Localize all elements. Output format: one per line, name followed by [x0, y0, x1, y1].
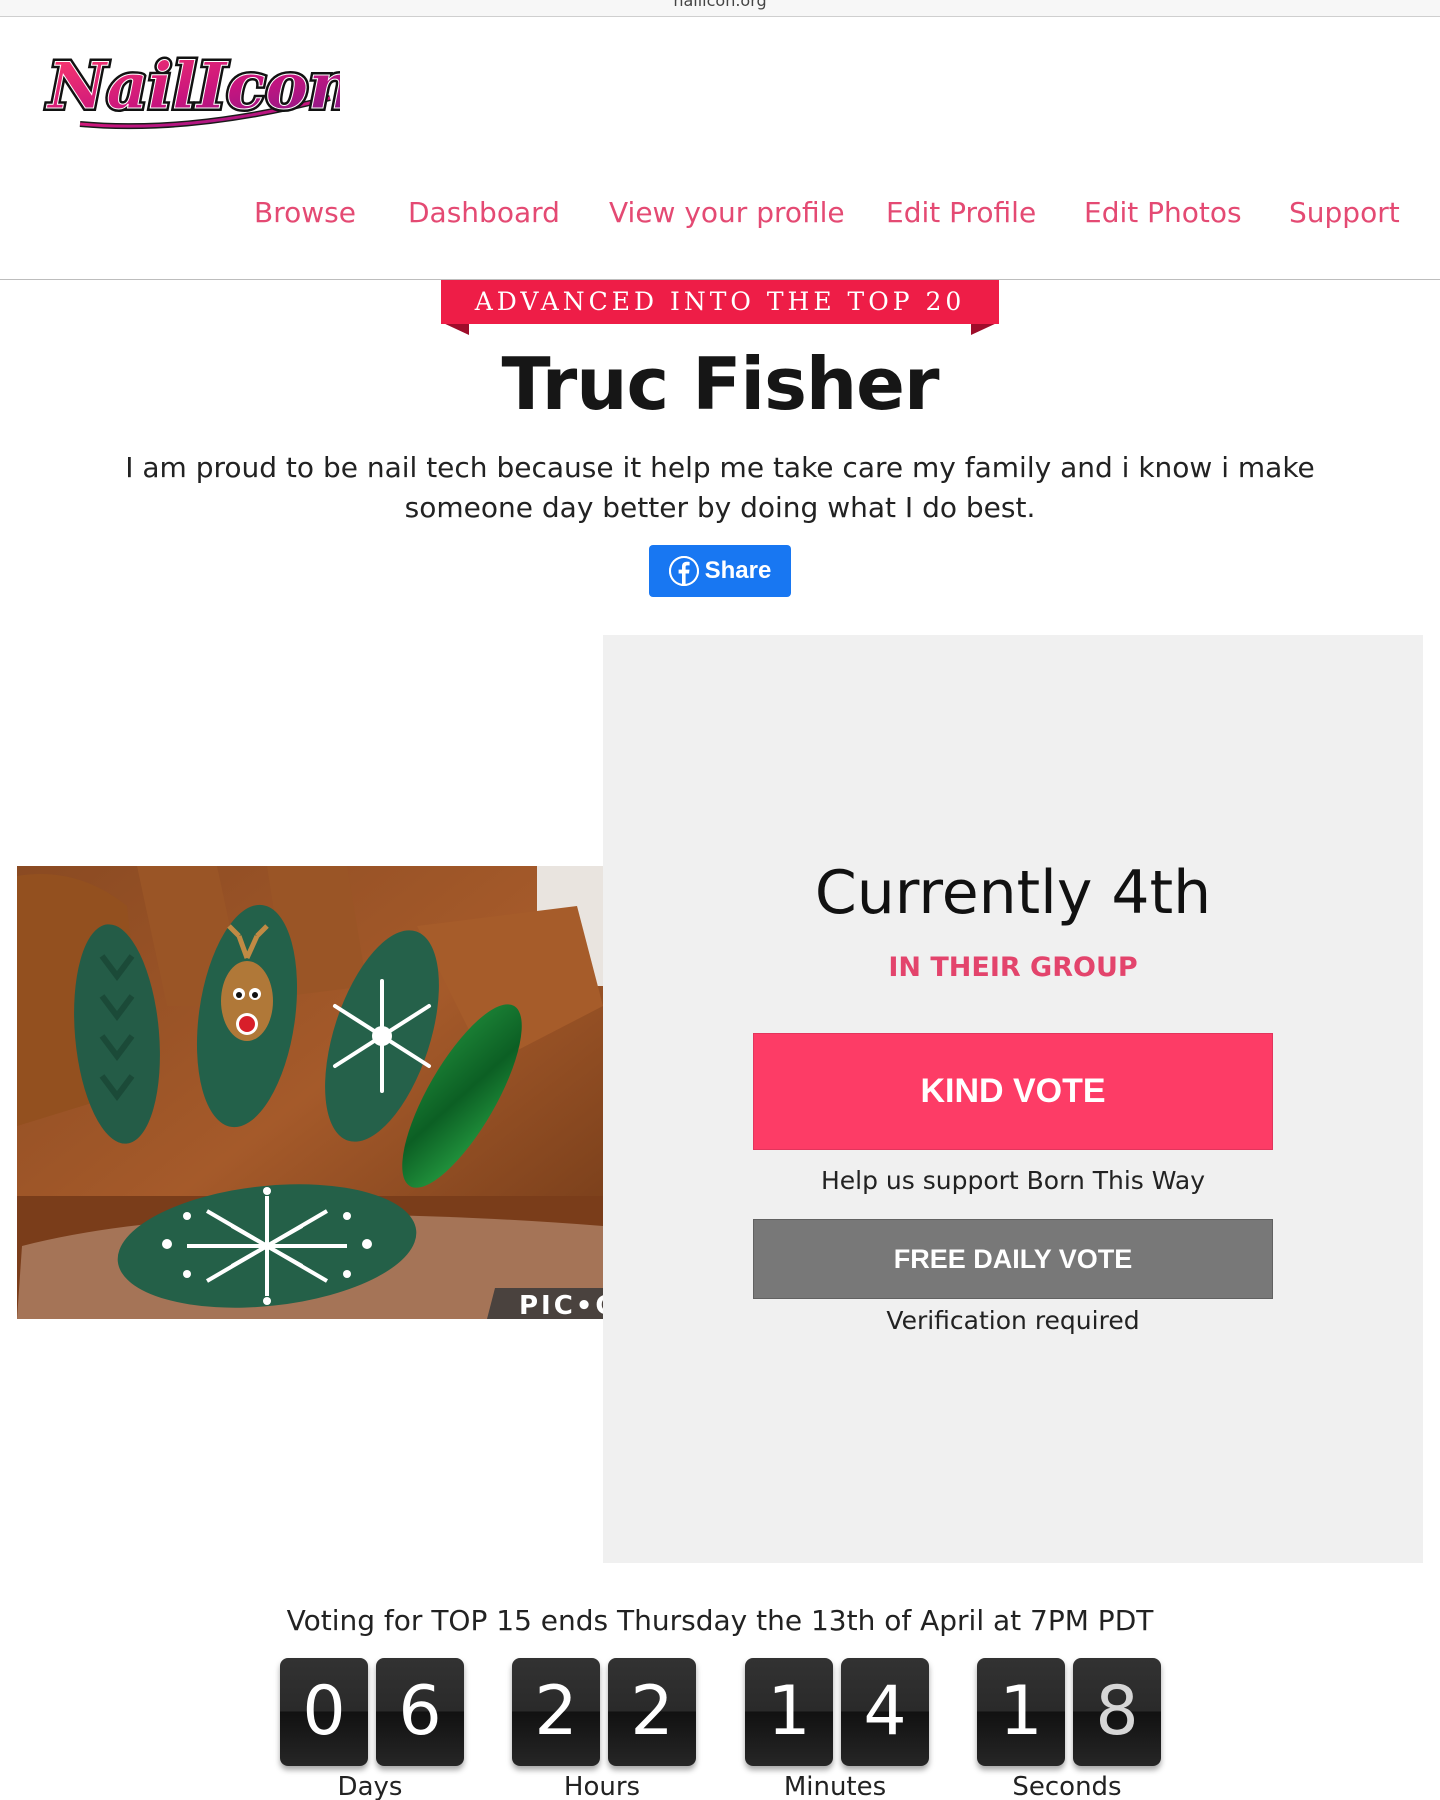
browser-url-bar[interactable]: nailicon.org	[0, 0, 1440, 17]
photo-watermark: PIC•C	[519, 1291, 603, 1319]
kind-vote-button[interactable]: KIND VOTE	[753, 1033, 1273, 1150]
profile-name: Truc Fisher	[501, 342, 939, 426]
nav-edit-profile[interactable]: Edit Profile	[886, 196, 1036, 229]
profile-bio: I am proud to be nail tech because it he…	[125, 451, 1315, 524]
facebook-share-button[interactable]: Share	[649, 545, 791, 597]
main-nav: Browse Dashboard View your profile Edit …	[0, 196, 1440, 232]
current-rank: Currently 4th	[814, 858, 1212, 928]
free-daily-vote-button[interactable]: FREE DAILY VOTE	[753, 1219, 1273, 1299]
site-logo[interactable]: NailIcon NailIcon	[40, 38, 358, 134]
countdown-minutes-tens: 1	[745, 1658, 833, 1766]
countdown-seconds-label: Seconds	[1012, 1772, 1122, 1800]
nav-support[interactable]: Support	[1289, 196, 1400, 229]
countdown-minutes-label: Minutes	[783, 1772, 887, 1800]
kind-vote-help-text: Help us support Born This Way	[820, 1166, 1206, 1195]
countdown-seconds-ones: 8	[1073, 1658, 1161, 1766]
advanced-ribbon: ADVANCED INTO THE TOP 20	[441, 280, 999, 324]
countdown-days-ones: 6	[376, 1658, 464, 1766]
nail-art-photo[interactable]: PIC•C	[17, 866, 603, 1319]
facebook-icon	[668, 556, 699, 586]
browser-url-text: nailicon.org	[673, 0, 767, 10]
countdown-days-tens: 0	[280, 1658, 368, 1766]
nav-edit-photos[interactable]: Edit Photos	[1084, 196, 1242, 229]
countdown-hours-label: Hours	[563, 1772, 641, 1800]
countdown-hours-ones: 2	[608, 1658, 696, 1766]
logo-wordmark: NailIcon	[46, 49, 340, 124]
share-label: Share	[704, 557, 772, 584]
countdown-seconds-tens: 1	[977, 1658, 1065, 1766]
nav-view-your-profile[interactable]: View your profile	[609, 196, 845, 229]
countdown-minutes-ones: 4	[841, 1658, 929, 1766]
verification-text: Verification required	[886, 1306, 1140, 1335]
countdown-days-label: Days	[337, 1772, 403, 1800]
nav-dashboard[interactable]: Dashboard	[408, 196, 560, 229]
rank-group-label: IN THEIR GROUP	[888, 952, 1138, 983]
voting-deadline: Voting for TOP 15 ends Thursday the 13th…	[286, 1604, 1154, 1637]
nav-browse[interactable]: Browse	[254, 196, 356, 229]
countdown-hours-tens: 2	[512, 1658, 600, 1766]
